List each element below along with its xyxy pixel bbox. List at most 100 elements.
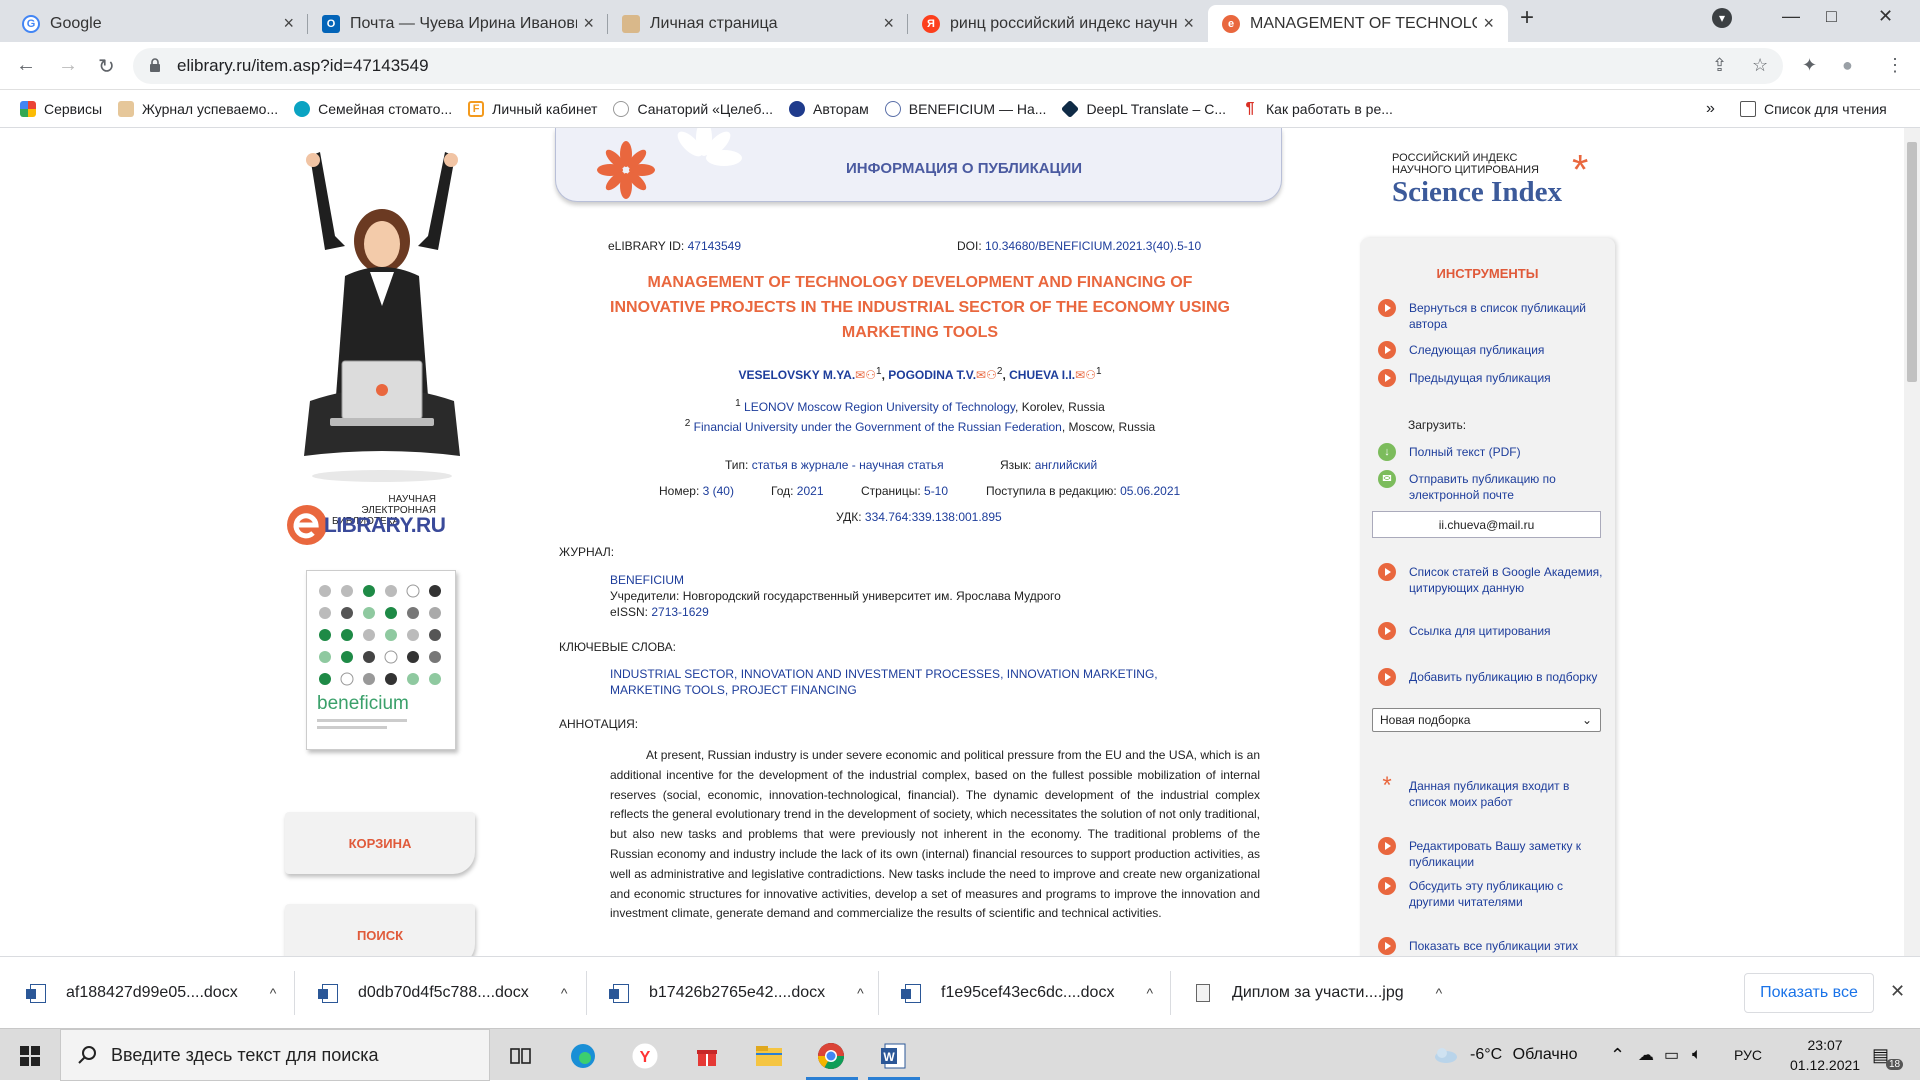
tab-search-icon[interactable]: ▾ (1712, 8, 1732, 28)
tab-elibrary-active[interactable]: e MANAGEMENT OF TECHNOLOG × (1208, 5, 1508, 42)
close-window-button[interactable]: ✕ (1878, 6, 1893, 27)
chrome-menu-icon[interactable]: ⋮ (1886, 55, 1904, 76)
keywords-line[interactable]: INDUSTRIAL SECTOR, INNOVATION AND INVEST… (610, 666, 1158, 682)
profile-avatar-icon[interactable]: ● (1842, 55, 1853, 76)
word-icon[interactable]: W (878, 1041, 908, 1071)
edge-icon[interactable] (568, 1041, 598, 1071)
download-item[interactable]: Диплом за участи....jpg ^ (1196, 957, 1442, 1029)
affiliation-org-link[interactable]: Financial University under the Governmen… (694, 420, 1062, 434)
citation-link[interactable]: Ссылка для цитирования (1378, 622, 1608, 640)
taskbar-search-input[interactable]: Введите здесь текст для поиска (60, 1029, 490, 1081)
bookmark-authors[interactable]: Авторам (789, 100, 869, 117)
download-item[interactable]: d0db70d4f5c788....docx ^ (318, 957, 568, 1029)
chevron-up-icon[interactable]: ^ (270, 985, 277, 1001)
reload-icon[interactable]: ↻ (98, 54, 115, 79)
collection-select[interactable]: Новая подборка ⌄ (1372, 708, 1601, 732)
cloud-tray-icon[interactable]: ☁ (1638, 1029, 1654, 1081)
bookmark-beneficium[interactable]: BENEFICIUM — На... (884, 100, 1046, 117)
language-indicator[interactable]: РУС (1734, 1029, 1762, 1081)
person-icon[interactable]: ⚇ (1085, 368, 1096, 382)
network-icon[interactable]: ▭ (1664, 1029, 1679, 1081)
chevron-up-icon[interactable]: ^ (1146, 985, 1153, 1001)
bookmark-journal[interactable]: Журнал успеваемо... (118, 100, 278, 117)
show-all-downloads-button[interactable]: Показать все (1744, 973, 1874, 1013)
weather-widget[interactable]: -6°C Облачно (1432, 1029, 1577, 1081)
elibrary-logo[interactable]: НАУЧНАЯ ЭЛЕКТРОННАЯ БИБЛИОТЕКА LIBRARY.R… (286, 494, 476, 554)
email-input[interactable]: ii.chueva@mail.ru (1372, 511, 1601, 538)
bookmark-star-icon[interactable]: ☆ (1752, 55, 1768, 76)
edit-note-link[interactable]: Редактировать Вашу заметку к публикации (1378, 837, 1608, 870)
close-downloads-icon[interactable]: ✕ (1890, 981, 1905, 1002)
science-index-logo[interactable]: РОССИЙСКИЙ ИНДЕКС НАУЧНОГО ЦИТИРОВАНИЯ S… (1392, 146, 1612, 212)
new-tab-button[interactable]: + (1520, 4, 1534, 32)
file-explorer-icon[interactable] (754, 1041, 784, 1071)
send-by-email-link[interactable]: ✉ Отправить публикацию по электронной по… (1378, 470, 1608, 503)
chevron-up-icon[interactable]: ^ (561, 985, 568, 1001)
close-tab-icon[interactable]: × (883, 13, 894, 34)
mail-icon[interactable]: ✉ (1075, 368, 1085, 382)
volume-icon[interactable]: 🔈︎ (1692, 1029, 1702, 1081)
tab-mail[interactable]: O Почта — Чуева Ирина Ивановн × (308, 5, 608, 42)
tab-google[interactable]: G Google × (8, 5, 308, 42)
cart-button[interactable]: КОРЗИНА (285, 812, 475, 874)
discuss-link[interactable]: Обсудить эту публикацию с другими читате… (1378, 877, 1608, 910)
bookmark-sanatorium[interactable]: Санаторий «Целеб... (613, 100, 773, 117)
gift-icon[interactable] (692, 1041, 722, 1071)
url-input[interactable]: elibrary.ru/item.asp?id=47143549 (133, 48, 1783, 84)
person-icon[interactable]: ⚇ (865, 368, 876, 382)
close-tab-icon[interactable]: × (583, 13, 594, 34)
share-icon[interactable]: ⇪ (1712, 55, 1727, 76)
maximize-button[interactable]: □ (1826, 6, 1837, 27)
bookmark-howto[interactable]: ¶ Как работать в ре... (1242, 100, 1393, 117)
bookmark-cabinet[interactable]: F Личный кабинет (468, 100, 597, 117)
person-icon[interactable]: ⚇ (986, 368, 997, 382)
download-item[interactable]: b17426b2765e42....docx ^ (609, 957, 864, 1029)
yandex-browser-icon[interactable]: Y (630, 1041, 660, 1071)
affiliation-org-link[interactable]: LEONOV Moscow Region University of Techn… (744, 400, 1015, 414)
tab-personal[interactable]: Личная страница × (608, 5, 908, 42)
number-link[interactable]: 3 (40) (703, 484, 734, 498)
clock[interactable]: 23:07 01.12.2021 (1790, 1029, 1860, 1081)
windows-start-icon[interactable] (20, 1046, 40, 1066)
keywords-line[interactable]: MARKETING TOOLS, PROJECT FINANCING (610, 682, 1158, 698)
full-text-pdf-link[interactable]: ↓ Полный текст (PDF) (1378, 443, 1608, 461)
in-my-works-link[interactable]: * Данная публикация входит в список моих… (1378, 774, 1608, 810)
bookmarks-overflow-icon[interactable]: » (1706, 100, 1715, 118)
search-button[interactable]: ПОИСК (285, 904, 475, 956)
back-to-author-list-link[interactable]: Вернуться в список публикаций автора (1378, 299, 1608, 332)
chevron-up-icon[interactable]: ^ (1436, 985, 1443, 1001)
mail-icon[interactable]: ✉ (976, 368, 986, 382)
mail-icon[interactable]: ✉ (855, 368, 865, 382)
google-scholar-link[interactable]: Список статей в Google Академия, цитирую… (1378, 563, 1608, 596)
next-publication-link[interactable]: Следующая публикация (1378, 341, 1608, 359)
forward-icon[interactable]: → (58, 54, 78, 77)
previous-publication-link[interactable]: Предыдущая публикация (1378, 369, 1608, 387)
bookmark-deepl[interactable]: DeepL Translate – C... (1061, 99, 1226, 118)
chevron-up-icon[interactable]: ⌃ (1610, 1029, 1625, 1081)
scrollbar-thumb[interactable] (1907, 142, 1917, 382)
bookmark-services[interactable]: Сервисы (20, 100, 102, 117)
minimize-button[interactable]: — (1782, 6, 1800, 27)
close-tab-icon[interactable]: × (283, 13, 294, 34)
download-item[interactable]: f1e95cef43ec6dc....docx ^ (901, 957, 1153, 1029)
close-tab-icon[interactable]: × (1483, 13, 1494, 34)
tab-yandex[interactable]: Я ринц российский индекс научн × (908, 5, 1208, 42)
author-link[interactable]: POGODINA T.V. (888, 368, 976, 382)
bookmark-dentistry[interactable]: Семейная стомато... (294, 100, 452, 117)
add-to-collection-link[interactable]: Добавить публикацию в подборку (1378, 668, 1608, 686)
chevron-up-icon[interactable]: ^ (857, 985, 864, 1001)
journal-link[interactable]: BENEFICIUM (610, 572, 1061, 588)
reading-list-button[interactable]: Список для чтения (1740, 100, 1887, 117)
lock-icon[interactable] (149, 58, 161, 72)
doi-link[interactable]: 10.34680/BENEFICIUM.2021.3(40).5-10 (985, 239, 1201, 253)
extensions-icon[interactable]: ✦ (1802, 55, 1817, 76)
close-tab-icon[interactable]: × (1183, 13, 1194, 34)
page-scrollbar[interactable] (1904, 128, 1920, 956)
chrome-icon[interactable] (816, 1041, 846, 1071)
author-link[interactable]: CHUEVA I.I. (1009, 368, 1075, 382)
author-link[interactable]: VESELOVSKY M.YA. (738, 368, 855, 382)
task-view-icon[interactable] (506, 1041, 536, 1071)
back-icon[interactable]: ← (16, 54, 36, 77)
show-all-author-pubs-link[interactable]: Показать все публикации этих авторов (1378, 937, 1608, 956)
download-item[interactable]: af188427d99e05....docx ^ (26, 957, 277, 1029)
